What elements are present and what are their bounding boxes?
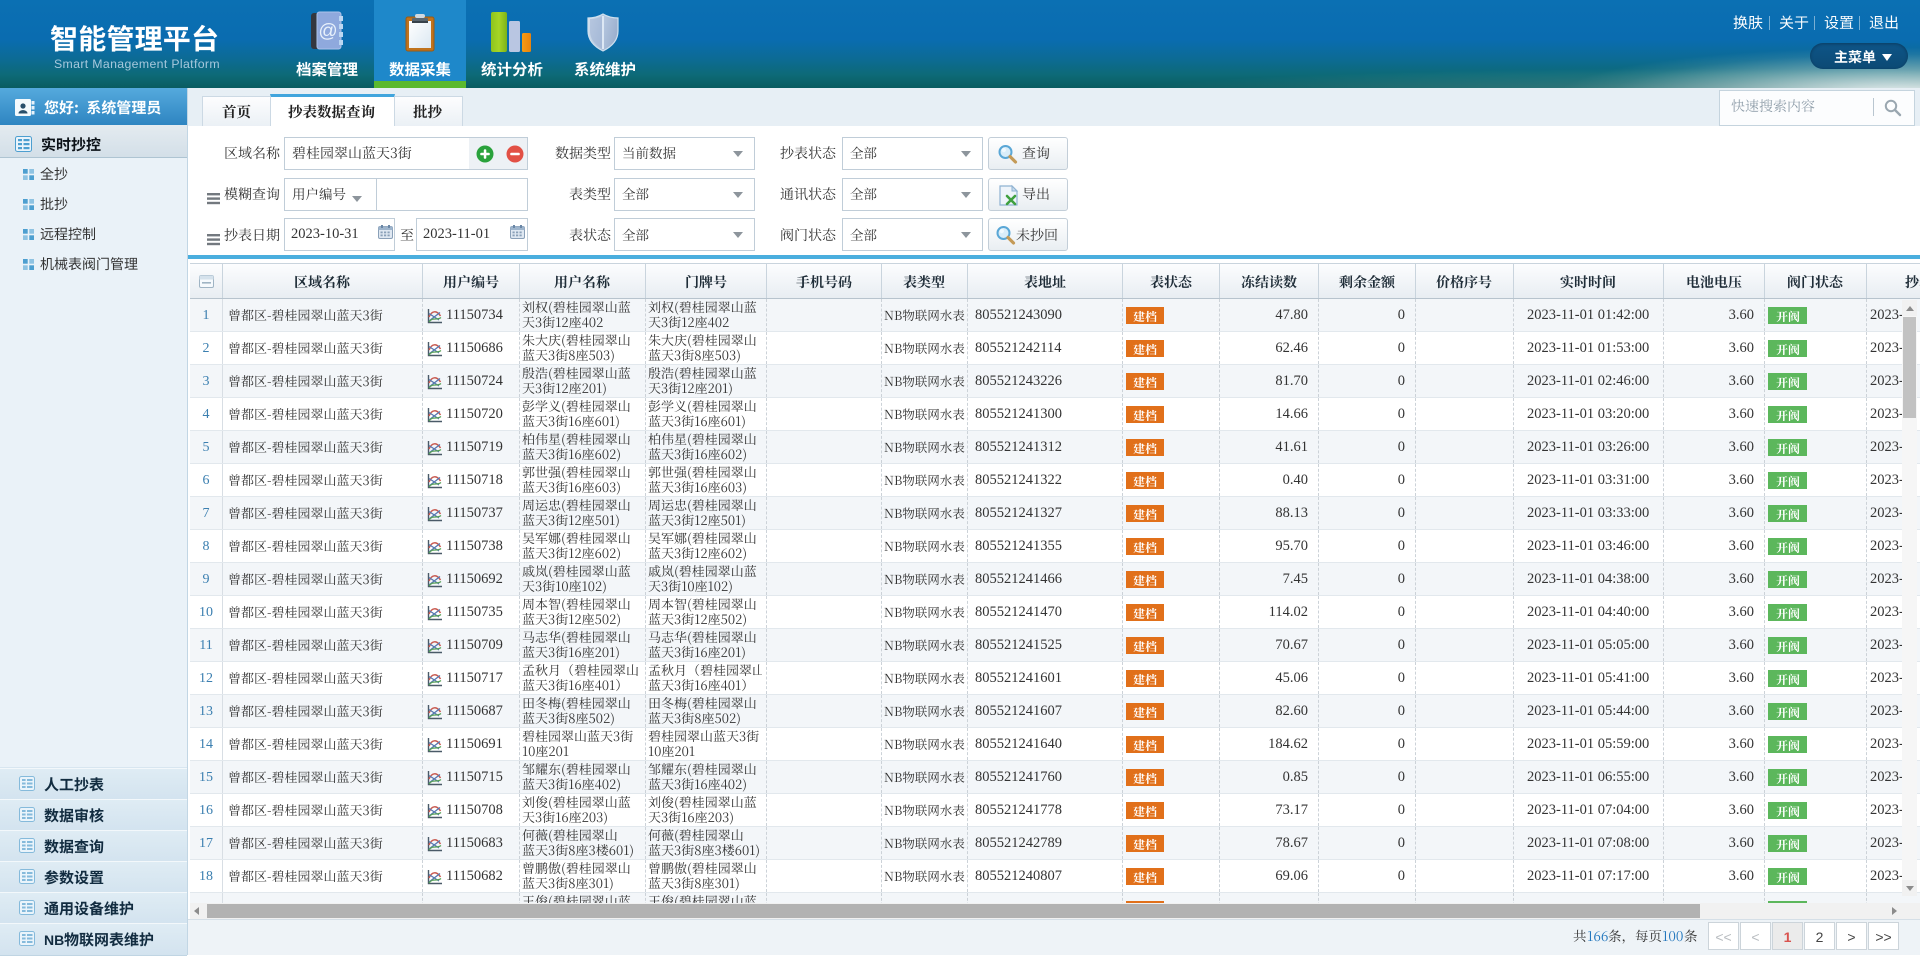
svg-text:@: @: [318, 21, 337, 42]
